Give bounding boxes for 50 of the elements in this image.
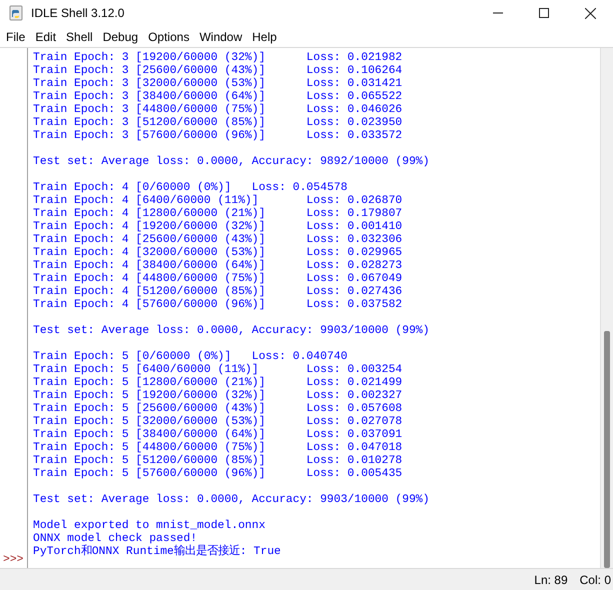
menu-item[interactable]: Window: [194, 28, 248, 46]
output-line: Train Epoch: 3 [51200/60000 (85%)] Loss: 0.023950: [33, 117, 402, 130]
output-line: Train Epoch: 4 [44800/60000 (75%)] Loss: 0.067049: [33, 273, 402, 286]
output-line: Train Epoch: 5 [25600/60000 (43%)] Loss: 0.057608: [33, 403, 402, 416]
output-line: Train Epoch: 4 [6400/60000 (11%)] Loss: 0.026870: [33, 195, 402, 208]
output-line: Test set: Average loss: 0.0000, Accuracy: 9892/10000 (99%): [33, 156, 430, 169]
output-line: Train Epoch: 4 [51200/60000 (85%)] Loss: 0.027436: [33, 286, 402, 298]
output-line: Train Epoch: 5 [6400/60000 (11%)] Loss: 0.003254: [33, 364, 402, 376]
output-line: Train Epoch: 5 [19200/60000 (32%)] Loss: 0.002327: [33, 390, 402, 402]
output-line: Train Epoch: 5 [51200/60000 (85%)] Loss: 0.010278: [33, 455, 402, 468]
output-line: Train Epoch: 4 [19200/60000 (32%)] Loss: 0.001410: [33, 221, 402, 234]
menu-item[interactable]: Help: [247, 28, 282, 46]
output-line: Model exported to mnist_model.onnx: [33, 520, 266, 532]
output-line: Train Epoch: 3 [32000/60000 (53%)] Loss: 0.031421: [33, 78, 402, 90]
menu-item[interactable]: Options: [143, 28, 194, 46]
output-line: Train Epoch: 5 [0/60000 (0%)] Loss: 0.040740: [33, 351, 348, 364]
menu-item[interactable]: File: [1, 28, 30, 46]
maximize-icon: [539, 8, 549, 18]
output-line: Train Epoch: 3 [57600/60000 (96%)] Loss: 0.033572: [33, 130, 402, 143]
menu-item[interactable]: Debug: [98, 28, 144, 46]
output-line: Train Epoch: 4 [25600/60000 (43%)] Loss: 0.032306: [33, 234, 402, 246]
output-line: Train Epoch: 3 [19200/60000 (32%)] Loss: 0.021982: [33, 52, 402, 64]
output-line: Test set: Average loss: 0.0000, Accuracy: 9903/10000 (99%): [33, 325, 430, 338]
output-line: Train Epoch: 5 [12800/60000 (21%)] Loss: 0.021499: [33, 377, 402, 390]
output-line: Train Epoch: 5 [32000/60000 (53%)] Loss: 0.027078: [33, 416, 402, 428]
scrollbar-thumb[interactable]: [604, 331, 610, 568]
output-line: Train Epoch: 4 [32000/60000 (53%)] Loss: 0.029965: [33, 247, 402, 260]
output-line: Train Epoch: 4 [12800/60000 (21%)] Loss: 0.179807: [33, 208, 402, 220]
output-line: Train Epoch: 5 [38400/60000 (64%)] Loss: 0.037091: [33, 429, 402, 442]
output-line: PyTorch和ONNX Runtime输出是否接近: True: [33, 546, 281, 559]
vertical-scrollbar[interactable]: [600, 48, 613, 568]
python-logo-icon: [8, 5, 24, 21]
minimize-icon: [493, 12, 503, 14]
output-line: Train Epoch: 3 [38400/60000 (64%)] Loss: 0.065522: [33, 91, 402, 104]
output-line: Train Epoch: 4 [0/60000 (0%)] Loss: 0.054578: [33, 182, 348, 194]
column-number: Col: 0: [580, 572, 611, 588]
output-line: Train Epoch: 4 [38400/60000 (64%)] Loss: 0.028273: [33, 260, 402, 272]
window-title: IDLE Shell 3.12.0: [31, 5, 124, 22]
shell-prompt: >>>: [2, 554, 25, 567]
close-icon: [584, 8, 596, 18]
output-line: Train Epoch: 3 [44800/60000 (75%)] Loss: 0.046026: [33, 104, 402, 116]
output-line: Train Epoch: 5 [57600/60000 (96%)] Loss: 0.005435: [33, 468, 402, 481]
line-number: Ln: 89: [534, 572, 568, 588]
menu-item[interactable]: Edit: [30, 28, 62, 46]
output-line: Train Epoch: 3 [25600/60000 (43%)] Loss: 0.106264: [33, 65, 402, 78]
output-line: Train Epoch: 5 [44800/60000 (75%)] Loss: 0.047018: [33, 442, 402, 454]
output-line: Test set: Average loss: 0.0000, Accuracy: 9903/10000 (99%): [33, 494, 430, 507]
menu-item[interactable]: Shell: [61, 28, 98, 46]
output-line: Train Epoch: 4 [57600/60000 (96%)] Loss: 0.037582: [33, 299, 402, 312]
output-line: ONNX model check passed!: [33, 533, 198, 545]
